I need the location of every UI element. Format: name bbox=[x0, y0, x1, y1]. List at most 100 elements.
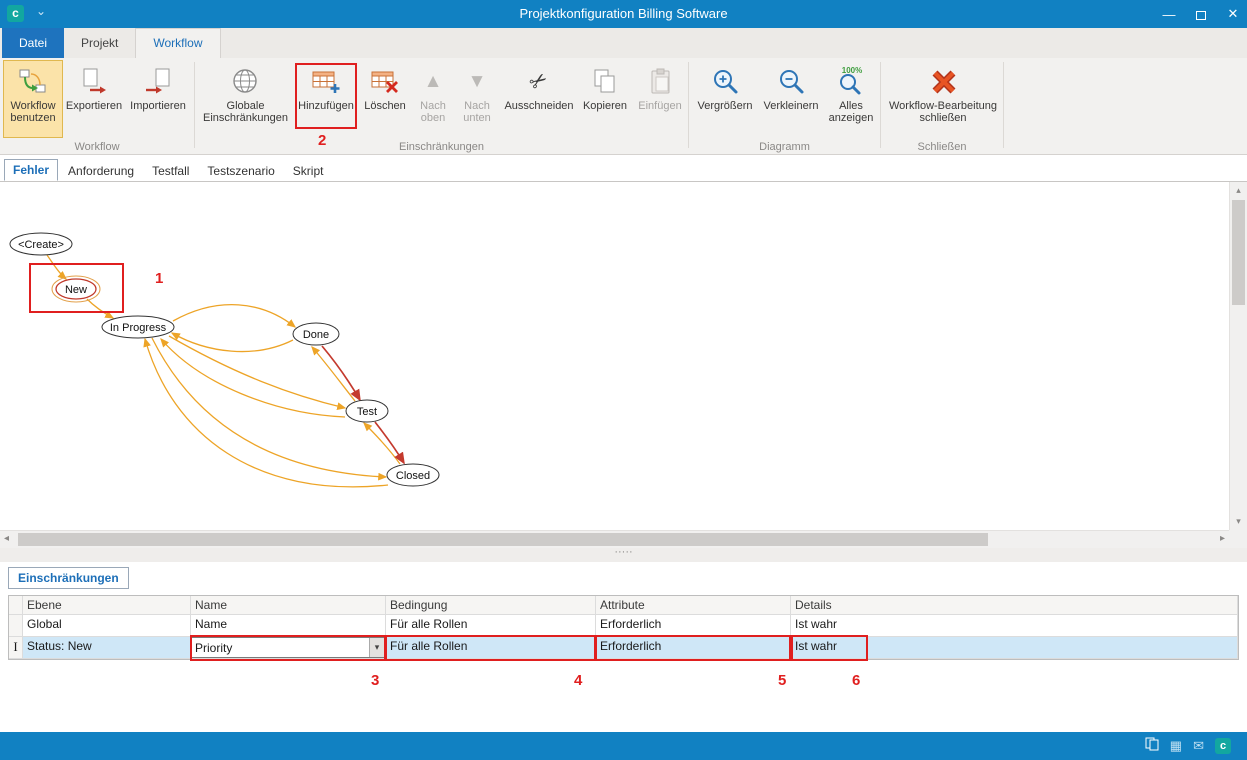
tab-workflow[interactable]: Workflow bbox=[135, 28, 220, 58]
cell-details: Ist wahr bbox=[791, 615, 1238, 637]
annotation-number-6: 6 bbox=[852, 672, 860, 689]
group-label-diagramm: Diagramm bbox=[689, 141, 880, 153]
tab-datei[interactable]: Datei bbox=[2, 28, 64, 58]
import-icon bbox=[143, 64, 173, 98]
show-all-label: Alles anzeigen bbox=[825, 100, 877, 124]
node-in-progress-label: In Progress bbox=[110, 322, 167, 334]
col-header-name[interactable]: Name bbox=[191, 596, 386, 615]
annotation-box-1 bbox=[29, 263, 124, 313]
tab-testszenario[interactable]: Testszenario bbox=[199, 161, 282, 181]
annotation-number-3: 3 bbox=[371, 672, 379, 689]
table-header-row: Ebene Name Bedingung Attribute Details bbox=[9, 596, 1238, 615]
node-test[interactable]: Test bbox=[346, 400, 388, 422]
maximize-icon bbox=[1196, 11, 1206, 20]
group-label-schliessen: Schließen bbox=[881, 141, 1003, 153]
delete-table-icon bbox=[370, 64, 400, 98]
import-label: Importieren bbox=[130, 100, 186, 112]
tab-einschraenkungen[interactable]: Einschränkungen bbox=[8, 567, 129, 589]
col-header-ebene[interactable]: Ebene bbox=[23, 596, 191, 615]
cell-name: Name bbox=[191, 615, 386, 637]
close-workflow-editing-button[interactable]: Workflow-Bearbeitung schließen bbox=[884, 60, 1002, 138]
workflow-icon bbox=[18, 64, 48, 98]
annotation-number-2: 2 bbox=[318, 132, 326, 149]
row-header-cell[interactable] bbox=[9, 615, 23, 637]
delete-constraint-button[interactable]: Löschen bbox=[358, 60, 412, 138]
table-row-global[interactable]: Global Name Für alle Rollen Erforderlich… bbox=[9, 615, 1238, 637]
mail-icon[interactable]: ✉ bbox=[1193, 738, 1204, 754]
scrollbar-corner bbox=[1229, 530, 1247, 548]
annotation-number-4: 4 bbox=[574, 672, 582, 689]
export-button[interactable]: Exportieren bbox=[65, 60, 123, 138]
window-controls: — ✕ bbox=[1161, 0, 1241, 28]
annotation-box-4 bbox=[385, 635, 596, 661]
ribbon-tab-bar: Datei Projekt Workflow bbox=[0, 28, 1247, 58]
move-up-label: Nach oben bbox=[414, 100, 452, 124]
title-bar: c ⌄ Projektkonfiguration Billing Softwar… bbox=[0, 0, 1247, 28]
scroll-right-arrow[interactable]: ▸ bbox=[1220, 533, 1225, 544]
node-create[interactable]: <Create> bbox=[10, 233, 72, 255]
arrow-up-icon: ▲ bbox=[424, 64, 443, 98]
group-divider bbox=[194, 62, 195, 148]
tab-fehler[interactable]: Fehler bbox=[4, 159, 58, 181]
export-icon bbox=[79, 64, 109, 98]
scroll-up-arrow[interactable]: ▴ bbox=[1230, 185, 1247, 196]
globe-icon bbox=[231, 64, 260, 98]
vertical-scrollbar[interactable]: ▴ ▾ bbox=[1229, 182, 1247, 530]
col-header-details[interactable]: Details bbox=[791, 596, 1238, 615]
zoom-100-icon: 100% bbox=[836, 64, 866, 98]
scroll-left-arrow[interactable]: ◂ bbox=[4, 533, 9, 544]
copy-label: Kopieren bbox=[583, 100, 627, 112]
grid-icon[interactable]: ▦ bbox=[1170, 738, 1182, 754]
row-header-cell[interactable]: I bbox=[9, 637, 23, 659]
group-divider bbox=[1003, 62, 1004, 148]
node-closed[interactable]: Closed bbox=[387, 464, 439, 486]
zoom-in-button[interactable]: Vergrößern bbox=[692, 60, 758, 138]
zoom-out-button[interactable]: Verkleinern bbox=[759, 60, 823, 138]
move-up-button: ▲ Nach oben bbox=[413, 60, 453, 138]
cell-ebene: Global bbox=[23, 615, 191, 637]
export-label: Exportieren bbox=[66, 100, 122, 112]
cell-attribute: Erforderlich bbox=[596, 615, 791, 637]
close-workflow-editing-label: Workflow-Bearbeitung schließen bbox=[885, 100, 1001, 124]
use-workflow-button[interactable]: Workflow benutzen bbox=[3, 60, 63, 138]
node-closed-label: Closed bbox=[396, 470, 430, 482]
maximize-button[interactable] bbox=[1193, 7, 1209, 22]
node-done[interactable]: Done bbox=[293, 323, 339, 345]
cut-button[interactable]: ✂ Ausschneiden bbox=[502, 60, 576, 138]
edit-cursor-icon: I bbox=[13, 639, 17, 654]
scroll-down-arrow[interactable]: ▾ bbox=[1230, 516, 1247, 527]
tab-skript[interactable]: Skript bbox=[285, 161, 332, 181]
copy-button[interactable]: Kopieren bbox=[578, 60, 632, 138]
node-in-progress[interactable]: In Progress bbox=[102, 316, 174, 338]
cell-bedingung: Für alle Rollen bbox=[386, 615, 596, 637]
col-header-bedingung[interactable]: Bedingung bbox=[386, 596, 596, 615]
annotation-number-1: 1 bbox=[155, 270, 163, 287]
minimize-button[interactable]: — bbox=[1161, 7, 1177, 22]
ribbon: Workflow benutzen Exportieren Import bbox=[0, 58, 1247, 155]
paste-button: Einfügen bbox=[634, 60, 686, 138]
group-label-einschraenkungen: Einschränkungen bbox=[195, 141, 688, 153]
group-divider bbox=[880, 62, 881, 148]
tab-projekt[interactable]: Projekt bbox=[64, 28, 135, 58]
annotation-box-5 bbox=[595, 635, 791, 661]
annotation-number-5: 5 bbox=[778, 672, 786, 689]
show-all-button[interactable]: 100% Alles anzeigen bbox=[824, 60, 878, 138]
workflow-canvas[interactable]: <Create> New In Progress Done Test C bbox=[0, 182, 1229, 530]
import-button[interactable]: Importieren bbox=[125, 60, 191, 138]
move-down-button: ▼ Nach unten bbox=[454, 60, 500, 138]
node-create-label: <Create> bbox=[18, 239, 64, 251]
vertical-scroll-thumb[interactable] bbox=[1232, 200, 1245, 305]
tab-anforderung[interactable]: Anforderung bbox=[60, 161, 142, 181]
annotation-box-2 bbox=[295, 63, 357, 129]
close-button[interactable]: ✕ bbox=[1225, 6, 1241, 22]
annotation-box-3 bbox=[190, 635, 386, 661]
close-x-icon bbox=[928, 64, 958, 98]
app-logo-icon-small[interactable]: c bbox=[1215, 738, 1231, 754]
horizontal-scroll-thumb[interactable] bbox=[18, 533, 988, 546]
tab-testfall[interactable]: Testfall bbox=[144, 161, 197, 181]
col-header-attribute[interactable]: Attribute bbox=[596, 596, 791, 615]
splitter-handle[interactable]: ····· bbox=[0, 548, 1247, 562]
global-constraints-button[interactable]: Globale Einschränkungen bbox=[198, 60, 293, 138]
cell-ebene: Status: New bbox=[23, 637, 191, 659]
copy-files-icon[interactable] bbox=[1145, 737, 1159, 756]
